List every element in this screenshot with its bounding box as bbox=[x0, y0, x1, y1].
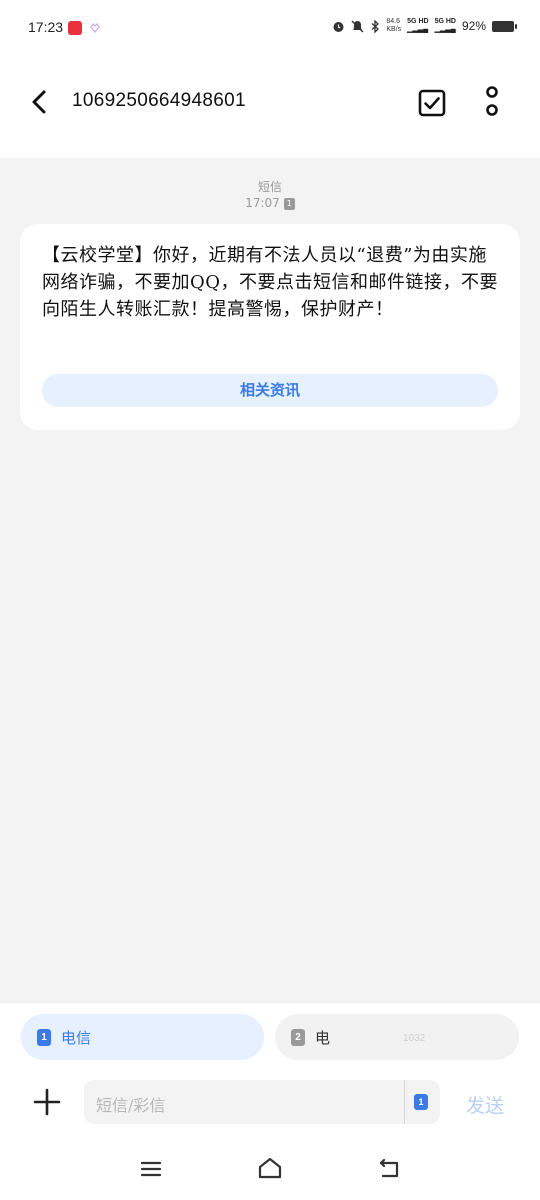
sim1-label: 电信 bbox=[61, 1029, 92, 1047]
network-speed: 84.6 KB/s bbox=[386, 18, 402, 33]
alarm-icon bbox=[333, 21, 344, 32]
sim1-network-indicator: 5G HD ▁▂▃▄ bbox=[407, 18, 429, 33]
message-input-placeholder: 短信/彩信 bbox=[96, 1096, 166, 1115]
message-input[interactable]: 短信/彩信 1 bbox=[84, 1080, 440, 1124]
sim2-extra: 1032 bbox=[403, 1033, 426, 1044]
message-bubble[interactable]: 【云校学堂】你好，近期有不法人员以“退费”为由实施网络诈骗，不要加QQ，不要点击… bbox=[20, 224, 520, 430]
sim2-label: 电 bbox=[315, 1029, 331, 1047]
sim-indicator-icon: 1 bbox=[283, 197, 295, 210]
home-icon[interactable] bbox=[257, 1156, 283, 1180]
system-nav-bar bbox=[0, 1148, 540, 1200]
related-info-button[interactable]: 相关资讯 bbox=[42, 374, 498, 407]
more-vertical-icon[interactable] bbox=[476, 84, 508, 122]
message-type-label: 短信 bbox=[257, 180, 282, 194]
sim1-badge-icon: 1 bbox=[37, 1029, 51, 1046]
back-arrow-icon[interactable] bbox=[24, 86, 56, 118]
message-timestamp: 17:07 1 bbox=[0, 196, 540, 210]
bluetooth-icon bbox=[371, 19, 380, 33]
menu-icon[interactable] bbox=[140, 1158, 162, 1180]
status-time: 17:23 bbox=[28, 19, 64, 35]
back-icon[interactable] bbox=[378, 1156, 402, 1180]
input-divider bbox=[404, 1080, 405, 1124]
app-notification-icon bbox=[68, 21, 82, 35]
message-text: 【云校学堂】你好，近期有不法人员以“退费”为由实施网络诈骗，不要加QQ，不要点击… bbox=[42, 245, 499, 320]
sim2-network-indicator: 5G HD ▁▂▃▄ bbox=[434, 18, 456, 33]
battery-percent: 92% bbox=[461, 19, 486, 33]
conversation-header: 1069250664948601 bbox=[0, 58, 540, 158]
message-time: 17:07 bbox=[245, 196, 280, 210]
contact-title: 1069250664948601 bbox=[72, 90, 246, 111]
sim1-selector[interactable]: 1 电信 bbox=[21, 1014, 264, 1060]
plus-icon[interactable] bbox=[32, 1087, 62, 1117]
message-list[interactable]: 短信 17:07 1 【云校学堂】你好，近期有不法人员以“退费”为由实施网络诈骗，… bbox=[0, 158, 540, 1003]
sim-switch-icon[interactable]: 1 bbox=[414, 1094, 428, 1110]
app-notification-icon-2 bbox=[90, 23, 100, 33]
battery-icon bbox=[492, 20, 517, 32]
mute-icon bbox=[351, 20, 364, 32]
send-button[interactable]: 发送 bbox=[466, 1091, 504, 1118]
sim2-badge-icon: 2 bbox=[291, 1029, 305, 1046]
status-bar: 17:23 84.6 KB/s 5G HD ▁▂▃▄ 5G HD ▁▂▃▄ 92% bbox=[0, 0, 540, 58]
sim2-selector[interactable]: 2 电 1032 bbox=[275, 1014, 519, 1060]
checkbox-icon[interactable] bbox=[415, 86, 449, 120]
composer-area: 1 电信 2 电 1032 短信/彩信 1 发送 bbox=[0, 1003, 540, 1200]
status-icons: 84.6 KB/s 5G HD ▁▂▃▄ 5G HD ▁▂▃▄ 92% bbox=[332, 18, 517, 34]
